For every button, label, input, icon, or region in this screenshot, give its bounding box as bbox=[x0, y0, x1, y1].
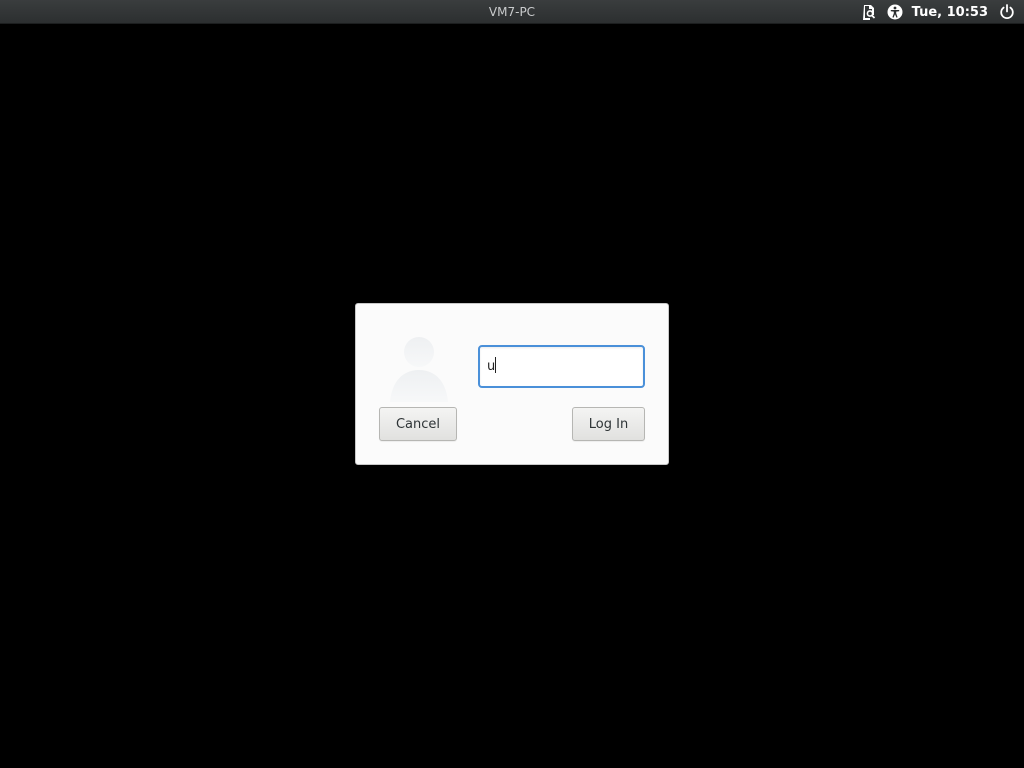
power-icon[interactable] bbox=[998, 3, 1016, 21]
top-bar: VM7-PC Tue, 10:53 bbox=[0, 0, 1024, 24]
login-dialog: u Cancel Log In bbox=[355, 303, 669, 465]
password-input[interactable]: u bbox=[478, 345, 645, 388]
clock[interactable]: Tue, 10:53 bbox=[912, 5, 988, 20]
password-input-value: u bbox=[487, 359, 496, 374]
document-search-icon[interactable] bbox=[860, 3, 878, 21]
cancel-button[interactable]: Cancel bbox=[379, 407, 457, 441]
accessibility-icon[interactable] bbox=[886, 3, 904, 21]
log-in-button[interactable]: Log In bbox=[572, 407, 645, 441]
user-avatar-icon bbox=[386, 332, 452, 404]
text-cursor bbox=[495, 357, 497, 373]
system-tray: Tue, 10:53 bbox=[860, 0, 1016, 24]
